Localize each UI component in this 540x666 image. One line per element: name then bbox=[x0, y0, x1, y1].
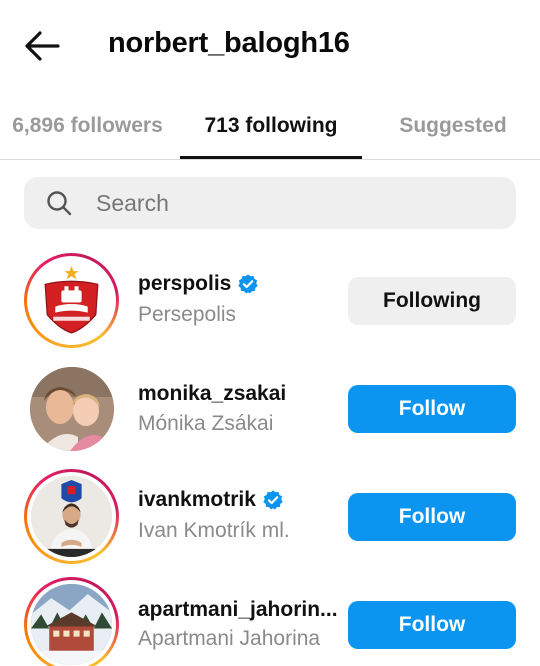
arrow-left-icon bbox=[25, 31, 60, 61]
account-username[interactable]: monika_zsakai bbox=[138, 382, 286, 406]
username-text: monika_zsakai bbox=[138, 382, 287, 405]
search-bar[interactable] bbox=[24, 177, 516, 229]
following-button[interactable]: Following bbox=[348, 277, 516, 325]
account-row[interactable]: ivankmotrik Ivan Kmotrík ml. Follow bbox=[0, 462, 540, 570]
username-text: apartmani_jahorin... bbox=[138, 598, 338, 621]
tab-bar: 6,896 followers 713 following Suggested bbox=[0, 92, 540, 160]
profile-photo bbox=[30, 367, 114, 451]
account-row[interactable]: perspolis Persepolis Following bbox=[0, 246, 540, 354]
avatar[interactable] bbox=[24, 577, 119, 666]
avatar[interactable] bbox=[24, 469, 119, 564]
active-tab-indicator bbox=[180, 156, 362, 159]
profile-username-title: norbert_balogh16 bbox=[108, 27, 350, 59]
verified-badge-icon bbox=[263, 490, 283, 510]
account-fullname: Apartmani Jahorina bbox=[138, 627, 321, 650]
follow-button[interactable]: Follow bbox=[348, 493, 516, 541]
back-button[interactable] bbox=[22, 28, 62, 64]
profile-photo bbox=[31, 476, 112, 557]
tab-suggested[interactable]: Suggested bbox=[368, 92, 538, 160]
search-icon bbox=[47, 191, 72, 216]
account-fullname: Mónika Zsákai bbox=[138, 412, 274, 435]
avatar[interactable] bbox=[24, 253, 119, 348]
follow-button[interactable]: Follow bbox=[348, 601, 516, 649]
account-username[interactable]: perspolis bbox=[138, 272, 259, 296]
tab-followers[interactable]: 6,896 followers bbox=[0, 92, 175, 160]
top-bar: norbert_balogh16 bbox=[0, 0, 540, 92]
avatar[interactable] bbox=[30, 367, 114, 451]
account-row[interactable]: monika_zsakai Mónika Zsákai Follow bbox=[0, 354, 540, 462]
username-text: ivankmotrik bbox=[138, 488, 256, 511]
account-fullname: Persepolis bbox=[138, 303, 237, 326]
username-text: perspolis bbox=[138, 272, 232, 295]
search-input[interactable] bbox=[96, 177, 496, 229]
persepolis-logo bbox=[31, 260, 112, 341]
tab-following[interactable]: 713 following bbox=[180, 92, 362, 160]
account-username[interactable]: ivankmotrik bbox=[138, 488, 284, 512]
account-row[interactable]: apartmani_jahorin... Apartmani Jahorina … bbox=[0, 570, 540, 666]
account-fullname: Ivan Kmotrík ml. bbox=[138, 519, 290, 542]
profile-photo bbox=[31, 584, 112, 665]
account-username[interactable]: apartmani_jahorin... bbox=[138, 598, 338, 622]
follow-button[interactable]: Follow bbox=[348, 385, 516, 433]
verified-badge-icon bbox=[238, 274, 259, 294]
